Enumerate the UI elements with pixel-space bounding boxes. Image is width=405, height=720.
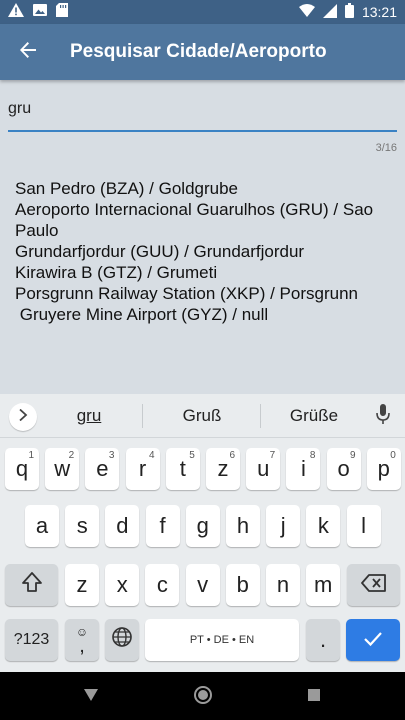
key-k[interactable]: k — [306, 505, 341, 547]
status-time: 13:21 — [361, 4, 397, 20]
result-item[interactable]: Porsgrunn Railway Station (XKP) / Porsgr… — [15, 283, 395, 304]
suggestion-divider — [142, 404, 143, 428]
backspace-key[interactable] — [347, 564, 400, 606]
key-z[interactable]: z6 — [206, 448, 240, 490]
key-b[interactable]: b — [225, 564, 260, 606]
image-icon — [32, 3, 48, 22]
battery-icon — [344, 3, 354, 21]
key-q[interactable]: q1 — [5, 448, 39, 490]
key-v[interactable]: v — [185, 564, 220, 606]
key-n[interactable]: n — [266, 564, 300, 606]
key-hint: 8 — [309, 450, 316, 461]
nav-recents-button[interactable] — [303, 686, 325, 708]
symbols-key[interactable]: ?123 — [5, 619, 58, 661]
key-hint: 5 — [189, 450, 195, 461]
key-c[interactable]: c — [145, 564, 180, 606]
result-item[interactable]: Aeroporto Internacional Guarulhos (GRU) … — [15, 199, 395, 241]
suggestion-1[interactable]: gru — [64, 406, 114, 426]
key-s[interactable]: s — [65, 505, 100, 547]
chevron-right-icon — [18, 408, 28, 426]
checkmark-icon — [363, 627, 383, 653]
shift-icon — [21, 571, 43, 599]
key-h[interactable]: h — [226, 505, 260, 547]
key-u[interactable]: u7 — [246, 448, 281, 490]
backspace-icon — [360, 572, 387, 598]
status-bar: 13:21 — [0, 0, 405, 24]
microphone-icon — [375, 404, 391, 430]
key-d[interactable]: d — [105, 505, 140, 547]
key-hint: 1 — [28, 450, 34, 461]
expand-suggestions-button[interactable] — [9, 403, 37, 431]
key-hint: 4 — [149, 450, 155, 461]
back-triangle-icon — [83, 687, 99, 708]
key-hint: 0 — [390, 450, 396, 461]
key-a[interactable]: a — [25, 505, 59, 547]
key-f[interactable]: f — [145, 505, 180, 547]
space-key[interactable]: PT • DE • EN — [145, 619, 299, 661]
key-r[interactable]: r4 — [125, 448, 160, 490]
key-o[interactable]: o9 — [326, 448, 361, 490]
globe-icon — [111, 626, 133, 654]
key-x[interactable]: x — [105, 564, 140, 606]
key-m[interactable]: m — [306, 564, 341, 606]
key-hint: 6 — [229, 450, 235, 461]
emoji-comma-key[interactable]: ☺ , — [65, 619, 99, 661]
key-hint: 2 — [68, 450, 75, 461]
home-circle-icon — [193, 685, 213, 710]
suggestion-strip: gru Gruß Grüße — [0, 394, 405, 438]
result-item[interactable]: Kirawira B (GTZ) / Grumeti — [15, 262, 395, 283]
key-t[interactable]: t5 — [165, 448, 200, 490]
soft-keyboard: gru Gruß Grüße q1w2e3r4t5z6u7i8o9p0 asdf… — [0, 394, 405, 672]
signal-icon — [322, 3, 337, 21]
search-field-container: 3/16 — [8, 92, 397, 154]
arrow-back-icon — [19, 41, 37, 64]
key-p[interactable]: p0 — [366, 448, 401, 490]
key-w[interactable]: w2 — [45, 448, 80, 490]
key-z[interactable]: z — [65, 564, 99, 606]
comma-label: , — [79, 635, 85, 657]
key-hint: 3 — [108, 450, 115, 461]
back-button[interactable] — [0, 24, 56, 80]
key-g[interactable]: g — [185, 505, 220, 547]
nav-back-button[interactable] — [80, 686, 102, 708]
suggestion-2[interactable]: Gruß — [170, 406, 234, 426]
suggestion-3[interactable]: Grüße — [282, 406, 346, 426]
warning-icon — [8, 2, 24, 22]
key-j[interactable]: j — [266, 505, 301, 547]
period-key[interactable]: . — [306, 619, 340, 661]
shift-key[interactable] — [5, 564, 58, 606]
result-item[interactable]: Gruyere Mine Airport (GYZ) / null — [15, 304, 395, 325]
page-title: Pesquisar Cidade/Aeroporto — [70, 41, 327, 62]
nav-home-button[interactable] — [192, 685, 214, 710]
key-e[interactable]: e3 — [85, 448, 120, 490]
navigation-bar — [0, 672, 405, 720]
result-item[interactable]: San Pedro (BZA) / Goldgrube — [15, 178, 395, 199]
search-input[interactable] — [8, 92, 397, 132]
app-bar: Pesquisar Cidade/Aeroporto — [0, 24, 405, 80]
suggestion-divider — [260, 404, 261, 428]
sd-card-icon — [56, 2, 68, 22]
key-l[interactable]: l — [346, 505, 381, 547]
recents-square-icon — [307, 688, 321, 707]
language-key[interactable] — [105, 619, 139, 661]
key-i[interactable]: i8 — [286, 448, 321, 490]
key-hint: 9 — [350, 450, 356, 461]
wifi-icon — [298, 4, 315, 20]
result-item[interactable]: Grundarfjordur (GUU) / Grundarfjordur — [15, 241, 395, 262]
enter-key[interactable] — [346, 619, 400, 661]
character-counter: 3/16 — [375, 142, 397, 154]
results-list: San Pedro (BZA) / Goldgrube Aeroporto In… — [15, 178, 395, 325]
key-hint: 7 — [269, 450, 276, 461]
microphone-button[interactable] — [375, 404, 391, 431]
